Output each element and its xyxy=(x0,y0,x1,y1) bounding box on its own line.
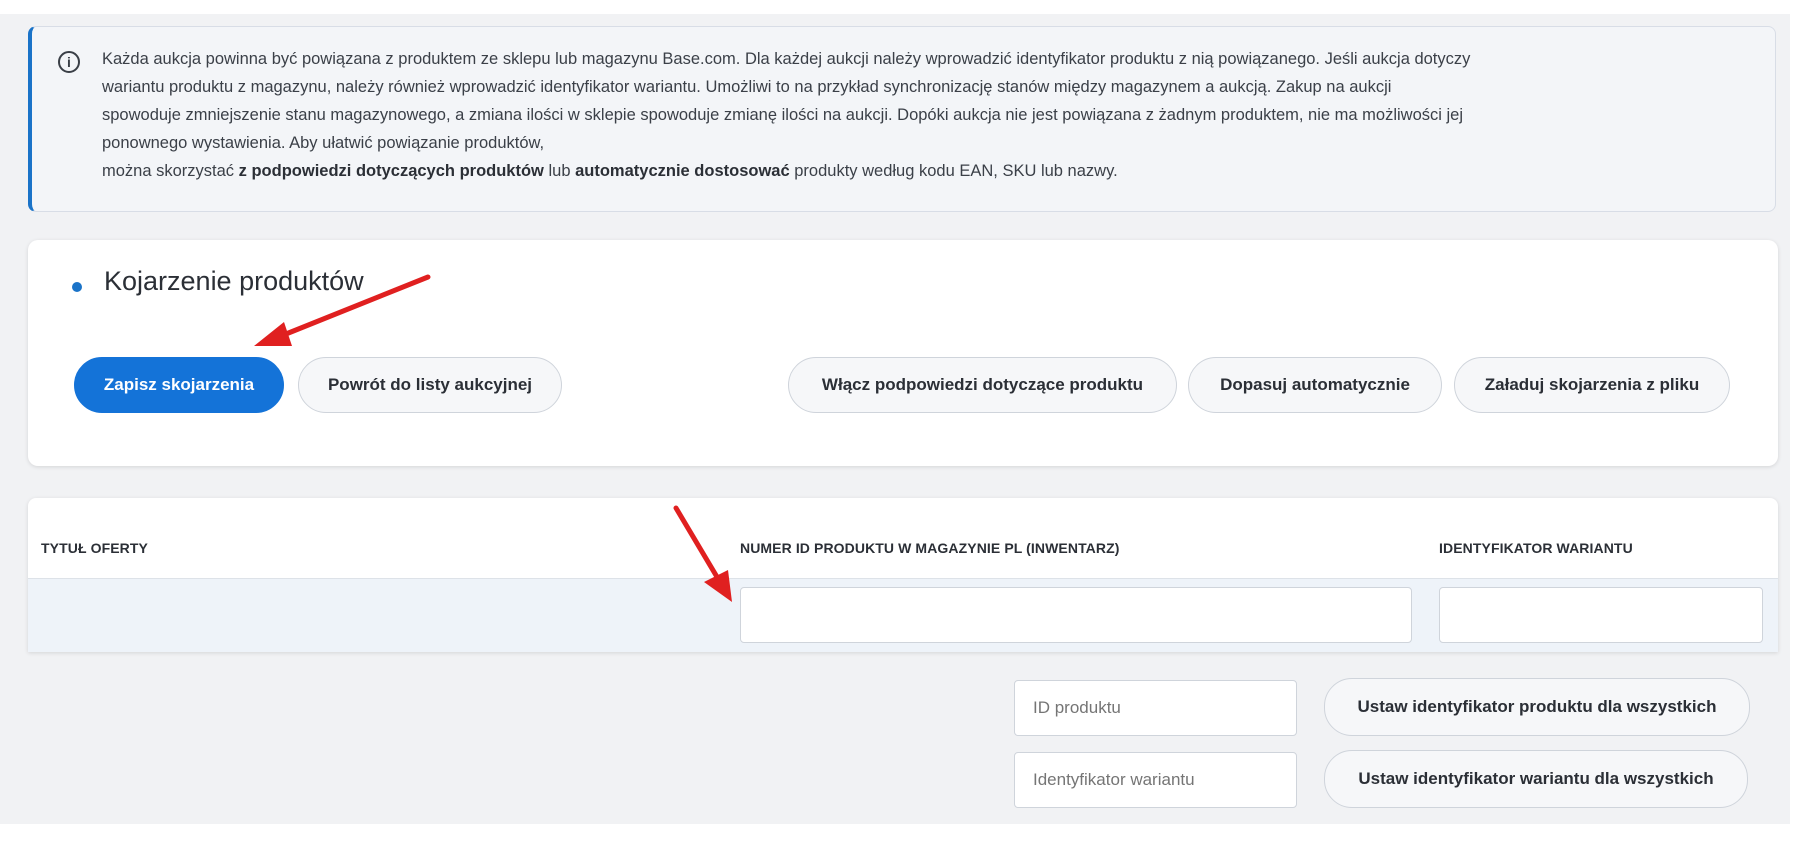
section-title: Kojarzenie produktów xyxy=(104,266,364,296)
info-line-2: wariantu produktu z magazynu, należy rów… xyxy=(102,78,1392,96)
enable-hints-button[interactable]: Włącz podpowiedzi dotyczące produktu xyxy=(788,357,1177,413)
save-associations-button[interactable]: Zapisz skojarzenia xyxy=(74,357,284,413)
info-circle-icon: i xyxy=(58,51,80,73)
auto-match-link-text: automatycznie dostosować xyxy=(575,162,790,180)
hints-link-text: z podpowiedzi dotyczących produktów xyxy=(238,162,544,180)
product-id-input[interactable] xyxy=(740,587,1412,643)
info-line-5-post: produkty według kodu EAN, SKU lub nazwy. xyxy=(789,162,1118,180)
set-variant-id-all-button[interactable]: Ustaw identyfikator wariantu dla wszystk… xyxy=(1324,750,1748,808)
table-row xyxy=(28,579,1778,652)
product-matching-card: Kojarzenie produktów Zapisz skojarzenia … xyxy=(28,240,1778,466)
column-header-title: TYTUŁ OFERTY xyxy=(41,540,148,556)
auto-match-button[interactable]: Dopasuj automatycznie xyxy=(1188,357,1442,413)
info-line-5: można skorzystać z podpowiedzi dotyczący… xyxy=(102,157,1762,185)
title-bullet-icon xyxy=(72,282,82,292)
matching-table: TYTUŁ OFERTY NUMER ID PRODUKTU W MAGAZYN… xyxy=(28,498,1778,652)
column-header-variant-id: IDENTYFIKATOR WARIANTU xyxy=(1439,540,1633,556)
bulk-product-id-input[interactable] xyxy=(1014,680,1297,736)
set-product-id-all-button[interactable]: Ustaw identyfikator produktu dla wszystk… xyxy=(1324,678,1750,736)
info-line-5-mid: lub xyxy=(543,162,576,180)
info-text: Każda aukcja powinna być powiązana z pro… xyxy=(102,45,1762,185)
load-from-file-button[interactable]: Załaduj skojarzenia z pliku xyxy=(1454,357,1730,413)
info-line-3: spowoduje zmniejszenie stanu magazynoweg… xyxy=(102,106,1464,124)
info-line-4: ponownego wystawienia. Aby ułatwić powią… xyxy=(102,134,545,152)
info-line-5-pre: można skorzystać xyxy=(102,162,239,180)
column-header-product-id: NUMER ID PRODUKTU W MAGAZYNIE PL (INWENT… xyxy=(740,540,1120,556)
info-box: i Każda aukcja powinna być powiązana z p… xyxy=(28,26,1776,212)
info-line-1: Każda aukcja powinna być powiązana z pro… xyxy=(102,50,1471,68)
back-to-list-button[interactable]: Powrót do listy aukcyjnej xyxy=(298,357,562,413)
bulk-variant-id-input[interactable] xyxy=(1014,752,1297,808)
variant-id-input[interactable] xyxy=(1439,587,1763,643)
